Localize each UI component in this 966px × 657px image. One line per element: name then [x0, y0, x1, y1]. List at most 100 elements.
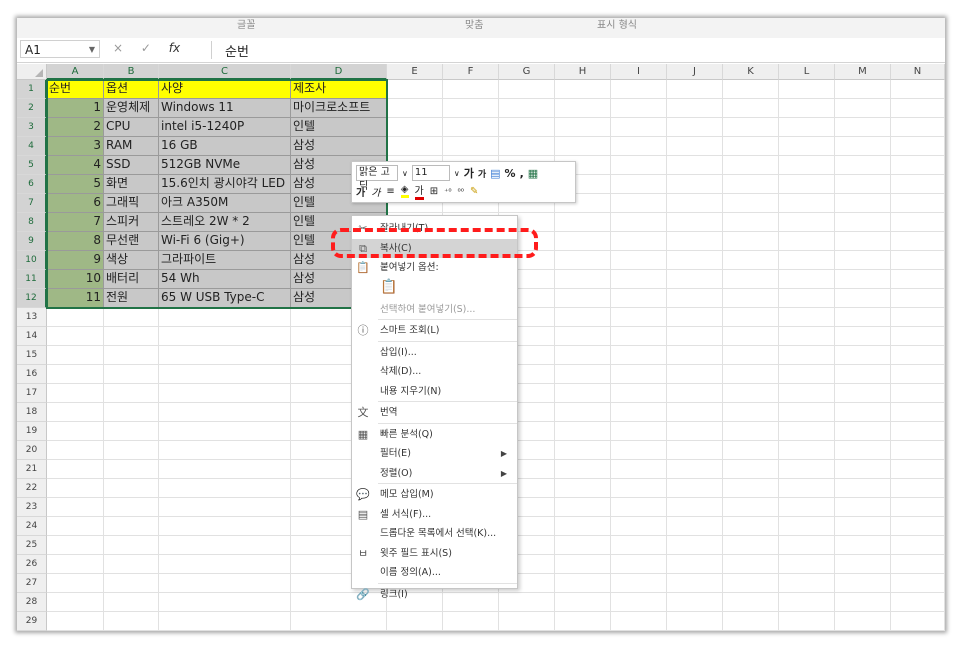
table-cell[interactable]: 색상	[104, 251, 159, 270]
context-menu-item[interactable]: 정렬(O) ▶	[352, 464, 517, 483]
row-header[interactable]: 15	[17, 346, 47, 365]
table-cell[interactable]: 512GB NVMe	[159, 156, 291, 175]
context-menu-item[interactable]: 文 번역	[352, 403, 517, 422]
font-color-icon[interactable]: 가	[414, 182, 424, 200]
font-grow-icon[interactable]: 가	[464, 165, 474, 181]
table-cell[interactable]: SSD	[104, 156, 159, 175]
column-header[interactable]: D	[291, 64, 387, 80]
context-menu-item[interactable]: 이름 정의(A)...	[352, 563, 517, 582]
header-cell[interactable]: 사양	[159, 80, 291, 99]
row-header[interactable]: 29	[17, 612, 47, 631]
format-table-icon[interactable]: ▦	[528, 167, 538, 180]
column-header[interactable]: K	[723, 64, 779, 80]
row-header[interactable]: 24	[17, 517, 47, 536]
row-header[interactable]: 7	[17, 194, 47, 213]
column-header[interactable]: I	[611, 64, 667, 80]
column-header[interactable]: N	[891, 64, 945, 80]
column-header[interactable]: A	[47, 64, 104, 80]
context-menu-item[interactable]: 내용 지우기(N)	[352, 382, 517, 401]
table-cell[interactable]: Wi-Fi 6 (Gig+)	[159, 232, 291, 251]
fill-color-icon[interactable]: ◈	[400, 184, 409, 198]
column-header[interactable]: F	[443, 64, 499, 80]
row-header[interactable]: 22	[17, 479, 47, 498]
table-cell[interactable]: 그라파이트	[159, 251, 291, 270]
row-header[interactable]: 16	[17, 365, 47, 384]
row-header[interactable]: 11	[17, 270, 47, 289]
column-header[interactable]: H	[555, 64, 611, 80]
select-all-corner[interactable]	[17, 64, 47, 80]
context-menu-item[interactable]: 드롭다운 목록에서 선택(K)...	[352, 524, 517, 543]
percent-icon[interactable]: %	[505, 167, 516, 180]
font-size-box[interactable]: 11	[411, 165, 450, 181]
row-header[interactable]: 10	[17, 251, 47, 270]
context-menu-item[interactable]: 삭제(D)...	[352, 362, 517, 381]
row-header[interactable]: 19	[17, 422, 47, 441]
column-header[interactable]: C	[159, 64, 291, 80]
table-cell[interactable]: 아크 A350M	[159, 194, 291, 213]
row-header[interactable]: 23	[17, 498, 47, 517]
align-icon[interactable]: ≡	[386, 186, 394, 197]
table-cell[interactable]: 3	[47, 137, 104, 156]
header-cell[interactable]: 제조사	[291, 80, 387, 99]
currency-icon[interactable]: ▤	[490, 167, 500, 180]
table-cell[interactable]: 16 GB	[159, 137, 291, 156]
table-cell[interactable]: 마이크로소프트	[291, 99, 387, 118]
column-header[interactable]: M	[835, 64, 891, 80]
table-cell[interactable]: 스트레오 2W * 2	[159, 213, 291, 232]
table-cell[interactable]: 8	[47, 232, 104, 251]
row-header[interactable]: 14	[17, 327, 47, 346]
row-header[interactable]: 6	[17, 175, 47, 194]
table-cell[interactable]: intel i5-1240P	[159, 118, 291, 137]
row-header[interactable]: 26	[17, 555, 47, 574]
row-header[interactable]: 21	[17, 460, 47, 479]
font-name-box[interactable]: 맑은 고딕	[356, 165, 398, 192]
header-cell[interactable]: 옵션	[104, 80, 159, 99]
row-header[interactable]: 13	[17, 308, 47, 327]
decrease-decimal-icon[interactable]: ⁰⁰	[458, 187, 464, 196]
table-cell[interactable]: 그래픽	[104, 194, 159, 213]
header-cell[interactable]: 순번	[47, 80, 104, 99]
chevron-down-icon[interactable]: ▼	[89, 41, 95, 59]
context-menu-item[interactable]: ▤ 셀 서식(F)...	[352, 505, 517, 524]
table-cell[interactable]: 5	[47, 175, 104, 194]
table-cell[interactable]: 65 W USB Type-C	[159, 289, 291, 308]
row-header[interactable]: 5	[17, 156, 47, 175]
column-header[interactable]: J	[667, 64, 723, 80]
italic-icon[interactable]: 가	[371, 184, 380, 199]
row-header[interactable]: 3	[17, 118, 47, 137]
row-header[interactable]: 25	[17, 536, 47, 555]
table-cell[interactable]: 화면	[104, 175, 159, 194]
format-painter-icon[interactable]: ✎	[470, 186, 478, 197]
column-header[interactable]: G	[499, 64, 555, 80]
comma-icon[interactable]: ,	[520, 167, 524, 180]
table-cell[interactable]: 배터리	[104, 270, 159, 289]
column-header[interactable]: B	[104, 64, 159, 80]
table-cell[interactable]: 삼성	[291, 137, 387, 156]
table-cell[interactable]: 1	[47, 99, 104, 118]
row-header[interactable]: 20	[17, 441, 47, 460]
table-cell[interactable]: 운영체제	[104, 99, 159, 118]
row-header[interactable]: 17	[17, 384, 47, 403]
context-menu-item[interactable]: ⓘ 스마트 조회(L)	[352, 321, 517, 340]
column-header[interactable]: L	[779, 64, 835, 80]
bold-icon[interactable]: 가	[356, 184, 365, 199]
cancel-icon[interactable]: ×	[113, 41, 123, 55]
context-menu-item[interactable]: 🔗 링크(I)	[352, 585, 517, 604]
row-header[interactable]: 28	[17, 593, 47, 612]
chevron-down-icon[interactable]: ∨	[402, 169, 408, 178]
table-cell[interactable]: 4	[47, 156, 104, 175]
table-cell[interactable]: RAM	[104, 137, 159, 156]
context-menu-item[interactable]: ▦ 빠른 분석(Q)	[352, 425, 517, 444]
context-menu-item[interactable]: 📋 붙여넣기 옵션:	[352, 258, 517, 277]
context-menu-item[interactable]: 삽입(I)...	[352, 343, 517, 362]
row-header[interactable]: 2	[17, 99, 47, 118]
table-cell[interactable]: 무선랜	[104, 232, 159, 251]
row-header[interactable]: 4	[17, 137, 47, 156]
row-header[interactable]: 8	[17, 213, 47, 232]
table-cell[interactable]: 인텔	[291, 118, 387, 137]
fx-icon[interactable]: fx	[169, 41, 180, 55]
formula-input[interactable]: 순번	[225, 41, 249, 60]
border-icon[interactable]: ⊞	[430, 186, 438, 197]
table-cell[interactable]: CPU	[104, 118, 159, 137]
table-cell[interactable]: 전원	[104, 289, 159, 308]
